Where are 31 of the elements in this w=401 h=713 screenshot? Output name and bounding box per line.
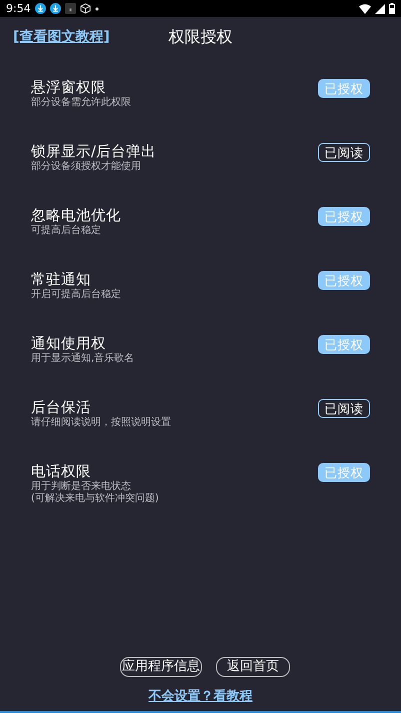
download-icon <box>34 3 46 14</box>
signal-icon <box>375 4 385 14</box>
permission-description: 用于判断是否来电状态 <box>31 481 132 492</box>
page-title: 权限授权 <box>168 26 232 46</box>
cube-icon <box>80 3 91 14</box>
permission-title: 忽略电池优化 <box>31 207 122 224</box>
permission-title: 常驻通知 <box>31 271 92 288</box>
permission-description: (可解决来电与软件冲突问题) <box>31 492 160 504</box>
permission-description: 开启可提高后台稳定 <box>31 289 122 300</box>
permission-description: 请仔细阅读说明，按照说明设置 <box>31 417 172 428</box>
battery-icon <box>389 3 395 14</box>
permission-title: 电话权限 <box>31 463 92 480</box>
permission-title: 后台保活 <box>31 399 92 416</box>
wifi-icon <box>359 4 371 14</box>
permission-title: 锁屏显示/后台弹出 <box>31 143 157 160</box>
clock: 9:54 <box>6 2 31 15</box>
dot-icon <box>94 6 99 10</box>
tutorial-link[interactable]: [查看图文教程] <box>13 28 110 46</box>
permission-description: 用于显示通知,音乐歌名 <box>31 353 136 364</box>
read-button[interactable]: 已阅读 <box>318 399 370 418</box>
permission-description: 可提高后台稳定 <box>31 225 102 236</box>
permission-description: 部分设备需允许此权限 <box>31 97 132 108</box>
help-link[interactable]: 不会设置？看教程 <box>148 689 252 704</box>
permission-description: 部分设备须授权才能使用 <box>31 161 142 172</box>
read-button[interactable]: 已阅读 <box>318 143 370 162</box>
permission-title: 通知使用权 <box>31 335 107 352</box>
app-info-button[interactable]: 应用程序信息 <box>120 657 202 677</box>
permission-title: 悬浮窗权限 <box>31 79 107 96</box>
download-icon <box>50 3 61 14</box>
notification-icon <box>64 3 76 14</box>
home-button[interactable]: 返回首页 <box>216 657 290 677</box>
